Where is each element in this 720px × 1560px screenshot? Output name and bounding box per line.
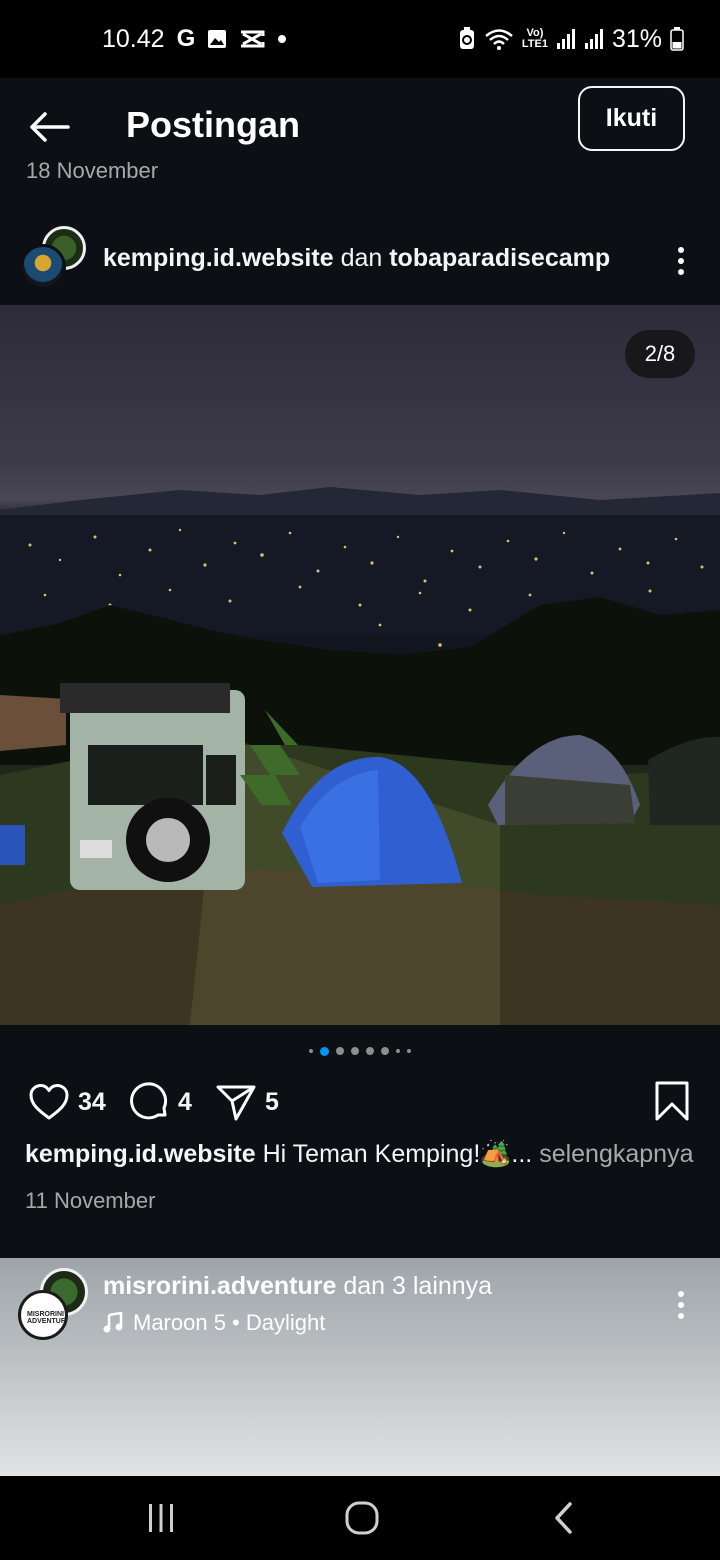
author-name[interactable]: kemping.id.website: [103, 244, 334, 272]
next-post-options-button[interactable]: [664, 1288, 698, 1322]
more-vertical-icon-dot: [678, 258, 684, 264]
home-icon: [345, 1501, 379, 1535]
previous-post-date: 18 November: [26, 162, 158, 188]
carousel-dot-active: [320, 1046, 329, 1056]
recent-apps-button[interactable]: [140, 1498, 182, 1538]
top-app-bar: Postingan Ikuti: [0, 78, 720, 174]
media-counter-badge: 2/8: [625, 330, 695, 378]
save-button[interactable]: [652, 1080, 692, 1122]
previous-post-date-text: 18 November: [26, 162, 159, 183]
camping-scene-image: [0, 487, 720, 1025]
author-avatar: [20, 244, 66, 290]
next-music-label: Maroon 5 • Daylight: [133, 1310, 326, 1335]
comment-count: 4: [178, 1087, 192, 1116]
post-actions: 34 4 5: [0, 1076, 720, 1128]
back-button[interactable]: [26, 104, 72, 150]
battery-icon: [670, 27, 684, 51]
carousel-dot: [396, 1049, 400, 1053]
more-vertical-icon-dot: [678, 1302, 684, 1308]
share-count: 5: [265, 1087, 279, 1116]
caption-more-link[interactable]: selengkapnya: [539, 1140, 693, 1168]
next-avatar-stack[interactable]: MISRORINI ADVENTURE: [18, 1268, 94, 1340]
signal-1-icon: [556, 28, 576, 50]
carousel-dot: [366, 1047, 374, 1055]
send-icon: [216, 1085, 256, 1121]
post-photo[interactable]: 2/8: [0, 305, 720, 1025]
next-post-music[interactable]: Maroon 5 • Daylight: [103, 1310, 325, 1336]
notification-dot-icon: [277, 34, 287, 44]
signal-2-icon: [584, 28, 604, 50]
caption-author[interactable]: kemping.id.website: [25, 1140, 256, 1168]
comment-icon: [130, 1082, 168, 1120]
music-note-icon: [103, 1312, 123, 1333]
arrow-left-icon: [30, 112, 70, 142]
bookmark-icon: [655, 1081, 689, 1121]
status-time: 10.42: [102, 24, 165, 53]
next-author-name[interactable]: misrorini.adventure: [103, 1272, 336, 1300]
more-vertical-icon-dot: [678, 269, 684, 275]
next-avatar-text: MISRORINI ADVENTURE: [27, 1311, 68, 1325]
battery-percent: 31%: [611, 24, 662, 53]
status-bar: 10.42 G Vo) LTE1 31%: [0, 0, 720, 78]
author-joiner: dan: [340, 244, 383, 272]
next-author-joiner[interactable]: dan 3 lainnya: [343, 1272, 492, 1300]
next-author-avatar: MISRORINI ADVENTURE: [18, 1290, 68, 1340]
capcut-icon: [239, 29, 265, 49]
page-title: Postingan: [126, 104, 301, 145]
like-count: 34: [78, 1087, 106, 1116]
follow-button[interactable]: Ikuti: [578, 86, 685, 151]
recent-apps-icon: [149, 1504, 173, 1532]
more-vertical-icon: [678, 247, 684, 253]
wifi-icon: [484, 27, 514, 51]
gallery-icon: [207, 29, 227, 49]
like-button[interactable]: 34: [28, 1076, 106, 1128]
carousel-dot: [309, 1049, 313, 1053]
system-back-button[interactable]: [548, 1498, 580, 1538]
chevron-left-icon: [555, 1502, 572, 1534]
volte-icon: Vo) LTE1: [522, 28, 548, 50]
next-post-authors[interactable]: misrorini.adventure dan 3 lainnya: [103, 1272, 492, 1301]
system-navigation-bar: [0, 1476, 720, 1560]
comment-button[interactable]: 4: [128, 1076, 192, 1128]
collaborator-name[interactable]: tobaparadisecamp: [389, 244, 610, 272]
heart-icon: [29, 1084, 69, 1120]
post-options-button[interactable]: [664, 244, 698, 278]
carousel-indicator: [0, 1045, 720, 1057]
avatar-stack[interactable]: [20, 226, 88, 304]
lte-label: LTE1: [521, 38, 548, 50]
post-caption: kemping.id.website Hi Teman Kemping!🏕️..…: [25, 1140, 705, 1169]
carousel-dot: [351, 1047, 359, 1055]
google-icon: G: [176, 25, 196, 52]
more-vertical-icon-dot: [678, 1313, 684, 1319]
battery-saver-icon: [458, 27, 476, 51]
home-button[interactable]: [342, 1498, 382, 1538]
carousel-dot: [336, 1047, 344, 1055]
next-post: MISRORINI ADVENTURE misrorini.adventure …: [0, 1258, 720, 1476]
share-button[interactable]: 5: [215, 1076, 279, 1128]
carousel-dot: [381, 1047, 389, 1055]
post-header: kemping.id.website dan tobaparadisecamp: [0, 214, 720, 304]
caption-text: Hi Teman Kemping!🏕️...: [262, 1140, 533, 1168]
post-date: 11 November: [25, 1188, 156, 1213]
post-authors[interactable]: kemping.id.website dan tobaparadisecamp: [103, 244, 610, 273]
carousel-dot: [407, 1049, 411, 1053]
more-vertical-icon: [678, 1291, 684, 1297]
